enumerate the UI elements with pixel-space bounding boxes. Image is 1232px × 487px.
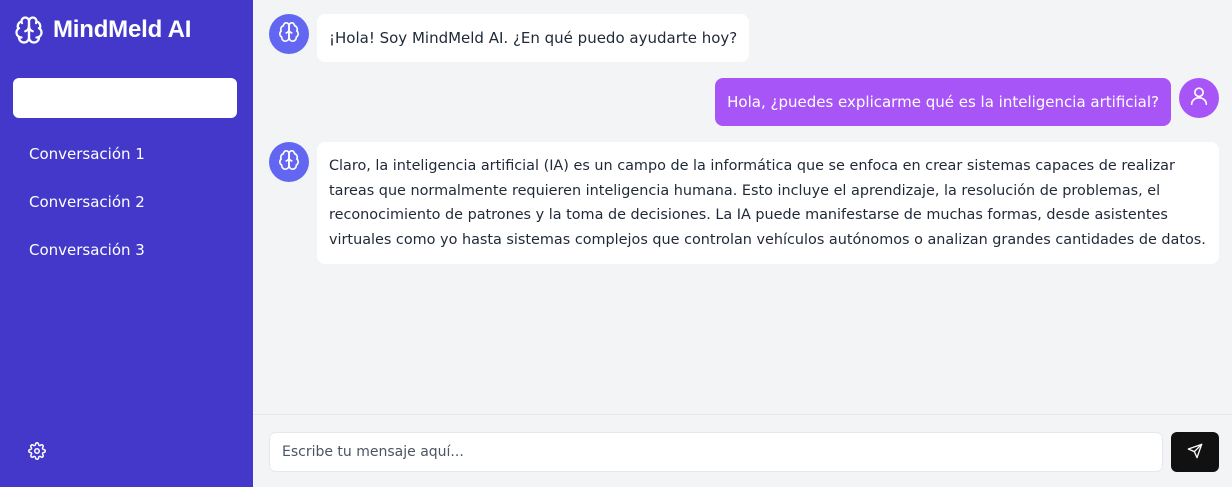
composer [253, 414, 1232, 487]
message-user: Hola, ¿puedes explicarme qué es la intel… [715, 78, 1219, 126]
send-icon [1187, 443, 1203, 462]
conversation-list: Conversación 1 Conversación 2 Conversaci… [0, 130, 253, 274]
brain-icon [278, 21, 300, 47]
user-avatar [1179, 78, 1219, 118]
assistant-avatar [269, 14, 309, 54]
app-title: MindMeld AI [53, 16, 192, 43]
message-bubble: ¡Hola! Soy MindMeld AI. ¿En qué puedo ay… [317, 14, 750, 62]
brand: MindMeld AI [0, 0, 253, 60]
message-bubble: Hola, ¿puedes explicarme qué es la intel… [715, 78, 1171, 126]
brain-icon [278, 149, 300, 175]
conversation-item-1[interactable]: Conversación 1 [0, 130, 253, 178]
sidebar: MindMeld AI Conversación 1 Conversación … [0, 0, 253, 487]
conversation-item-3[interactable]: Conversación 3 [0, 226, 253, 274]
brain-icon [13, 14, 45, 46]
message-list: ¡Hola! Soy MindMeld AI. ¿En qué puedo ay… [253, 0, 1232, 414]
message-assistant: ¡Hola! Soy MindMeld AI. ¿En qué puedo ay… [269, 14, 750, 62]
message-bubble: Claro, la inteligencia artificial (IA) e… [317, 142, 1219, 264]
conversation-item-2[interactable]: Conversación 2 [0, 178, 253, 226]
user-icon [1188, 85, 1210, 111]
message-input[interactable] [269, 432, 1163, 472]
chat-area: ¡Hola! Soy MindMeld AI. ¿En qué puedo ay… [253, 0, 1232, 487]
new-chat-button[interactable] [13, 78, 237, 118]
assistant-avatar [269, 142, 309, 182]
gear-icon[interactable] [28, 442, 46, 460]
message-assistant: Claro, la inteligencia artificial (IA) e… [269, 142, 1219, 264]
send-button[interactable] [1171, 432, 1219, 472]
